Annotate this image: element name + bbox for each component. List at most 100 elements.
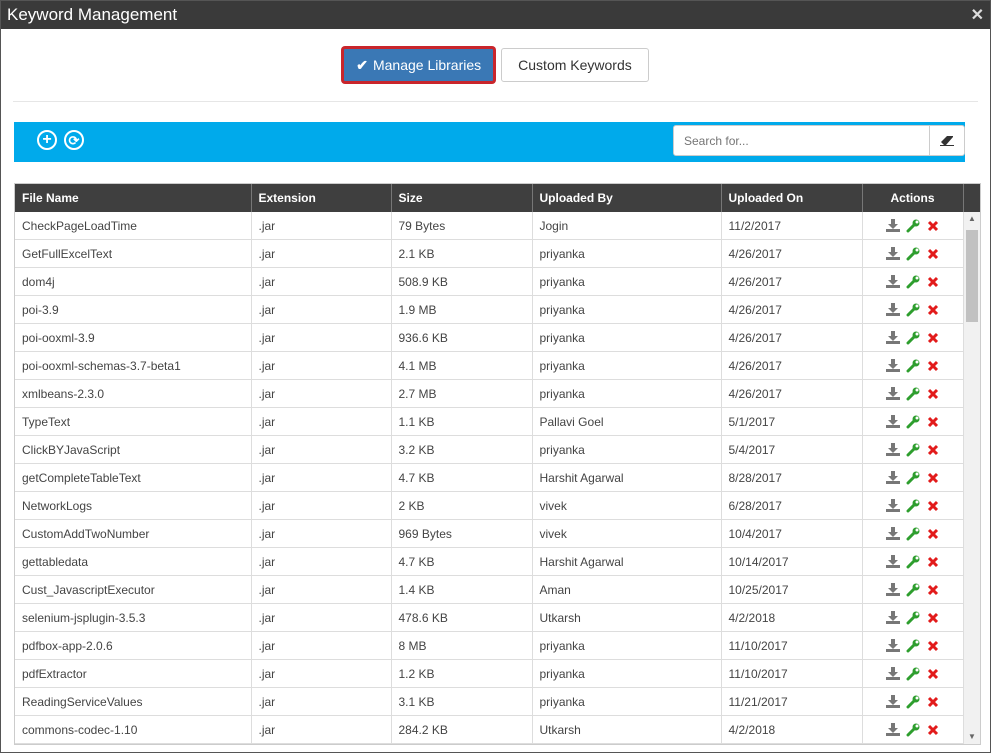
column-header[interactable]: Uploaded On — [721, 184, 863, 212]
download-icon[interactable] — [885, 443, 900, 457]
download-icon[interactable] — [885, 583, 900, 597]
table-cell: 3.2 KB — [391, 435, 533, 464]
search-input[interactable] — [674, 126, 929, 155]
scroll-down-icon[interactable]: ▼ — [964, 730, 980, 744]
tab-manage-libraries[interactable]: ✔ Manage Libraries — [342, 47, 496, 83]
plus-circle-icon[interactable]: + — [37, 130, 57, 150]
table-row[interactable]: CustomAddTwoNumber .jar 969 Bytes vivek 10/4… — [15, 519, 964, 548]
wrench-icon[interactable] — [906, 303, 920, 317]
table-row[interactable]: GetFullExcelText .jar 2.1 KB priyanka 4/26/2… — [15, 239, 964, 268]
wrench-icon[interactable] — [906, 527, 920, 541]
download-icon[interactable] — [885, 359, 900, 373]
vertical-scrollbar[interactable]: ▲ ▼ — [964, 212, 980, 744]
table-row[interactable]: selenium-jsplugin-3.5.3 .jar 478.6 KB Utkar… — [15, 603, 964, 632]
refresh-icon[interactable]: ⟳ — [64, 130, 84, 150]
scroll-up-icon[interactable]: ▲ — [964, 212, 980, 226]
wrench-icon[interactable] — [906, 723, 920, 737]
delete-icon[interactable] — [926, 723, 940, 737]
tab-custom-keywords[interactable]: Custom Keywords — [501, 48, 649, 82]
wrench-icon[interactable] — [906, 219, 920, 233]
download-icon[interactable] — [885, 219, 900, 233]
download-icon[interactable] — [885, 723, 900, 737]
wrench-icon[interactable] — [906, 611, 920, 625]
delete-icon[interactable] — [926, 471, 940, 485]
wrench-icon[interactable] — [906, 555, 920, 569]
delete-icon[interactable] — [926, 611, 940, 625]
wrench-icon[interactable] — [906, 275, 920, 289]
delete-icon[interactable] — [926, 359, 940, 373]
scrollbar-thumb[interactable] — [966, 230, 978, 322]
table-row[interactable]: commons-codec-1.10 .jar 284.2 KB Utkarsh 4/2… — [15, 715, 964, 744]
download-icon[interactable] — [885, 275, 900, 289]
delete-icon[interactable] — [926, 443, 940, 457]
download-icon[interactable] — [885, 247, 900, 261]
download-icon[interactable] — [885, 471, 900, 485]
table-row[interactable]: xmlbeans-2.3.0 .jar 2.7 MB priyanka 4/26/201… — [15, 379, 964, 408]
wrench-icon[interactable] — [906, 695, 920, 709]
table-row[interactable]: gettabledata .jar 4.7 KB Harshit Agarwal 10/… — [15, 547, 964, 576]
table-row[interactable]: poi-ooxml-schemas-3.7-beta1 .jar 4.1 MB pri… — [15, 351, 964, 380]
download-icon[interactable] — [885, 415, 900, 429]
delete-icon[interactable] — [926, 695, 940, 709]
table-row[interactable]: pdfbox-app-2.0.6 .jar 8 MB priyanka 11/10/20… — [15, 631, 964, 660]
table-row[interactable]: CheckPageLoadTime .jar 79 Bytes Jogin 11/2/2… — [15, 212, 964, 240]
table-row[interactable]: TypeText .jar 1.1 KB Pallavi Goel 5/1/2017 — [15, 407, 964, 436]
table-row[interactable]: getCompleteTableText .jar 4.7 KB Harshit Ag… — [15, 463, 964, 492]
download-icon[interactable] — [885, 555, 900, 569]
delete-icon[interactable] — [926, 387, 940, 401]
delete-icon[interactable] — [926, 303, 940, 317]
download-icon[interactable] — [885, 611, 900, 625]
delete-icon[interactable] — [926, 275, 940, 289]
table-cell: 5/1/2017 — [721, 407, 863, 436]
delete-icon[interactable] — [926, 583, 940, 597]
delete-icon[interactable] — [926, 331, 940, 345]
download-icon[interactable] — [885, 499, 900, 513]
delete-icon[interactable] — [926, 247, 940, 261]
wrench-icon[interactable] — [906, 387, 920, 401]
wrench-icon[interactable] — [906, 331, 920, 345]
download-icon[interactable] — [885, 667, 900, 681]
delete-icon[interactable] — [926, 555, 940, 569]
column-header[interactable]: Extension — [251, 184, 392, 212]
table-row[interactable]: ClickBYJavaScript .jar 3.2 KB priyanka 5/4/2… — [15, 435, 964, 464]
column-header[interactable]: Size — [391, 184, 533, 212]
delete-icon[interactable] — [926, 415, 940, 429]
wrench-icon[interactable] — [906, 639, 920, 653]
download-icon[interactable] — [885, 331, 900, 345]
wrench-icon[interactable] — [906, 415, 920, 429]
eraser-icon[interactable] — [929, 126, 964, 155]
table-cell: .jar — [251, 631, 392, 660]
table-row[interactable]: poi-ooxml-3.9 .jar 936.6 KB priyanka 4/26/20… — [15, 323, 964, 352]
table-row[interactable]: poi-3.9 .jar 1.9 MB priyanka 4/26/2017 — [15, 295, 964, 324]
download-icon[interactable] — [885, 639, 900, 653]
download-icon[interactable] — [885, 387, 900, 401]
delete-icon[interactable] — [926, 527, 940, 541]
delete-icon[interactable] — [926, 499, 940, 513]
table-row[interactable]: NetworkLogs .jar 2 KB vivek 6/28/2017 — [15, 491, 964, 520]
close-icon[interactable]: ✕ — [971, 5, 984, 25]
delete-icon[interactable] — [926, 219, 940, 233]
wrench-icon[interactable] — [906, 667, 920, 681]
wrench-icon[interactable] — [906, 247, 920, 261]
table-cell: Harshit Agarwal — [532, 547, 722, 576]
table-cell: 284.2 KB — [391, 715, 533, 744]
table-row[interactable]: ReadingServiceValues .jar 3.1 KB priyanka 11… — [15, 687, 964, 716]
wrench-icon[interactable] — [906, 499, 920, 513]
download-icon[interactable] — [885, 695, 900, 709]
delete-icon[interactable] — [926, 667, 940, 681]
wrench-icon[interactable] — [906, 443, 920, 457]
actions-cell — [862, 631, 964, 660]
download-icon[interactable] — [885, 303, 900, 317]
delete-icon[interactable] — [926, 639, 940, 653]
table-cell: vivek — [532, 519, 722, 548]
column-header[interactable]: File Name — [15, 184, 252, 212]
wrench-icon[interactable] — [906, 583, 920, 597]
table-row[interactable]: Cust_JavascriptExecutor .jar 1.4 KB Aman 10/… — [15, 575, 964, 604]
wrench-icon[interactable] — [906, 359, 920, 373]
column-header: Actions — [862, 184, 964, 212]
table-row[interactable]: pdfExtractor .jar 1.2 KB priyanka 11/10/2017 — [15, 659, 964, 688]
download-icon[interactable] — [885, 527, 900, 541]
column-header[interactable]: Uploaded By — [532, 184, 722, 212]
wrench-icon[interactable] — [906, 471, 920, 485]
table-row[interactable]: dom4j .jar 508.9 KB priyanka 4/26/2017 — [15, 267, 964, 296]
